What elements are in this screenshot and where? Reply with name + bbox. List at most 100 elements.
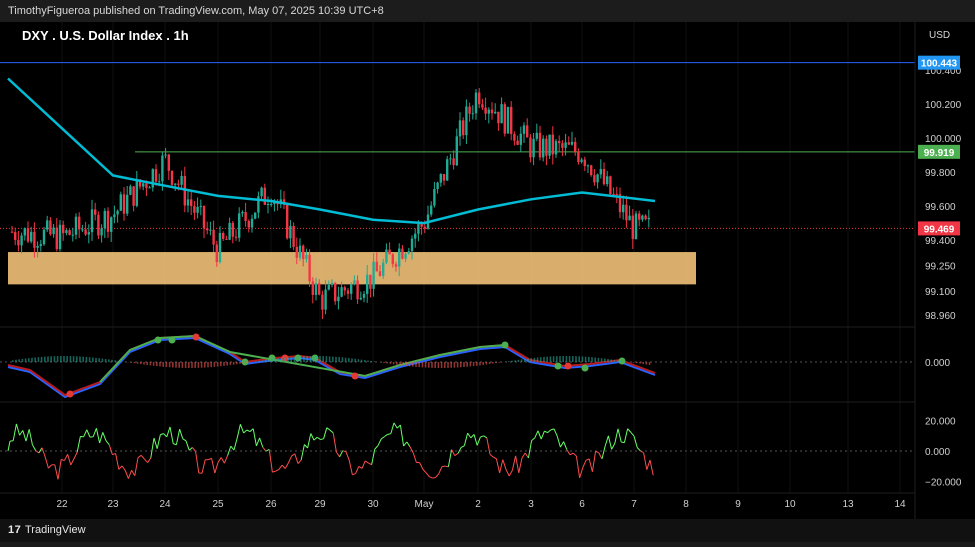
candle-body (292, 226, 294, 247)
osc-tick-label: −20.000 (925, 477, 962, 488)
macd-histogram-bar (226, 362, 228, 366)
candle-body (571, 142, 573, 145)
candle-body (200, 206, 202, 207)
x-tick-label: 29 (314, 499, 326, 510)
candle-body (574, 142, 576, 152)
macd-cross-dot (502, 342, 509, 349)
macd-histogram-bar (201, 362, 203, 368)
macd-histogram-bar (409, 362, 411, 366)
macd-histogram-bar (204, 362, 206, 368)
candle-body (488, 110, 490, 114)
candle-body (305, 255, 307, 259)
macd-histogram-bar (92, 358, 94, 362)
macd-histogram-bar (425, 362, 427, 368)
candle-body (289, 226, 291, 238)
candle-body (523, 125, 525, 133)
brand-name[interactable]: TradingView (25, 524, 86, 536)
macd-histogram-bar (79, 356, 81, 362)
chart-svg[interactable]: 0.000 20.0000.000−20.000 22232425262930M… (0, 0, 975, 542)
candle-body (24, 228, 26, 235)
macd-histogram-bar (287, 357, 289, 362)
macd-cross-dot (352, 373, 359, 380)
candle-body (462, 120, 464, 135)
candle-body (603, 169, 605, 184)
macd-histogram-bar (569, 356, 571, 362)
candle-body (43, 230, 45, 244)
macd-histogram-bar (361, 360, 363, 362)
candle-body (49, 220, 51, 234)
candle-body (609, 176, 611, 194)
candle-body (385, 250, 387, 263)
candle-body (324, 290, 326, 310)
candle-body (587, 165, 589, 166)
candle-body (481, 104, 483, 107)
macd-histogram-bar (559, 356, 561, 362)
x-tick-label: 30 (367, 499, 379, 510)
macd-histogram-bar (236, 362, 238, 364)
candle-body (641, 216, 643, 220)
candle-body (209, 230, 211, 231)
candle-body (510, 107, 512, 134)
macd-histogram-bar (415, 362, 417, 367)
macd-histogram-bar (402, 362, 404, 366)
macd-histogram-bar (111, 360, 113, 362)
macd-histogram-bar (498, 362, 500, 363)
macd-histogram-bar (223, 362, 225, 366)
macd-histogram-bar (319, 356, 321, 362)
macd-histogram-bar (258, 361, 260, 362)
macd-histogram-bar (642, 362, 644, 364)
macd-histogram-bar (76, 356, 78, 362)
candle-body (468, 106, 470, 113)
macd-histogram-bar (255, 361, 257, 362)
candle-body (78, 217, 80, 230)
macd-histogram-bar (441, 362, 443, 368)
candle-body (145, 183, 147, 188)
candle-body (372, 262, 374, 289)
macd-histogram-bar (47, 356, 49, 362)
macd-histogram-bar (60, 356, 62, 362)
macd-histogram-bar (514, 360, 516, 362)
macd-histogram-bar (191, 362, 193, 368)
macd-histogram-bar (486, 362, 488, 364)
candle-body (123, 194, 125, 213)
macd-histogram-bar (134, 362, 136, 363)
candle-body (430, 206, 432, 215)
osc-segment (432, 477, 435, 478)
x-tick-label: 25 (212, 499, 224, 510)
candle-body (401, 249, 403, 259)
macd-histogram-bar (137, 362, 139, 364)
candle-body (132, 186, 134, 206)
macd-cross-dot (155, 337, 162, 344)
x-tick-label: 9 (735, 499, 741, 510)
macd-histogram-bar (434, 362, 436, 368)
candle-body (113, 214, 115, 217)
macd-histogram-bar (556, 356, 558, 362)
candle-body (248, 221, 250, 227)
macd-histogram-bar (329, 356, 331, 362)
candle-body (68, 230, 70, 235)
candle-body (520, 134, 522, 145)
candle-body (75, 217, 77, 235)
candle-body (187, 199, 189, 205)
candle-body (350, 285, 352, 294)
candle-body (171, 171, 173, 185)
macd-histogram-bar (262, 360, 264, 362)
macd-histogram-bar (575, 356, 577, 362)
macd-histogram-bar (370, 361, 372, 362)
candle-body (286, 205, 288, 239)
macd-histogram-bar (540, 357, 542, 362)
candle-body (356, 280, 358, 299)
candle-body (264, 188, 266, 205)
chart-container[interactable]: 0.000 20.0000.000−20.000 22232425262930M… (0, 0, 975, 542)
macd-histogram-bar (54, 356, 56, 362)
candle-body (222, 233, 224, 239)
candle-body (337, 297, 339, 301)
macd-histogram-bar (342, 357, 344, 362)
osc-segment (320, 439, 323, 440)
macd-histogram-bar (233, 362, 235, 365)
macd-histogram-bar (98, 358, 100, 362)
price-tick-label: 99.250 (925, 262, 956, 273)
x-tick-label: 26 (265, 499, 277, 510)
macd-histogram-bar (636, 362, 638, 363)
macd-cross-dot (67, 391, 74, 398)
